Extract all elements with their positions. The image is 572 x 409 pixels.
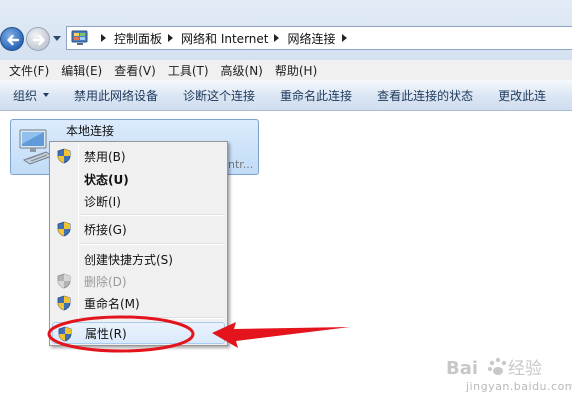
breadcrumb-network-internet[interactable]: 网络和 Internet: [181, 30, 268, 47]
menu-item-delete[interactable]: 删除(D): [52, 270, 225, 292]
breadcrumb-network-connections[interactable]: 网络连接: [287, 30, 335, 47]
menu-item-label: 删除(D): [84, 274, 127, 289]
breadcrumb-separator[interactable]: [274, 34, 280, 42]
uac-shield-icon: [58, 326, 72, 342]
forward-button[interactable]: [26, 27, 50, 51]
menu-view[interactable]: 查看(V): [109, 62, 161, 79]
rename-connection-button[interactable]: 重命名此连接: [280, 87, 352, 104]
menu-tools[interactable]: 工具(T): [163, 62, 214, 79]
breadcrumb-separator[interactable]: [101, 34, 106, 42]
menu-advanced[interactable]: 高级(N): [216, 62, 268, 79]
uac-shield-icon: [57, 221, 71, 237]
control-panel-icon: [71, 29, 89, 47]
uac-shield-icon: [57, 295, 71, 311]
svg-text:Bai: Bai: [446, 358, 478, 379]
back-arrow-icon: [7, 34, 20, 46]
uac-shield-disabled-icon: [57, 273, 71, 289]
address-box[interactable]: 控制面板 网络和 Internet 网络连接: [66, 26, 572, 50]
menu-item-properties[interactable]: 属性(R): [52, 322, 225, 344]
diagnose-connection-button[interactable]: 诊断这个连接: [183, 87, 255, 104]
view-status-button[interactable]: 查看此连接的状态: [377, 87, 473, 104]
menu-separator: [80, 317, 225, 319]
menu-separator: [80, 214, 225, 216]
disable-device-button[interactable]: 禁用此网络设备: [74, 87, 158, 104]
menu-edit[interactable]: 编辑(E): [56, 62, 107, 79]
organize-label: 组织: [13, 88, 38, 103]
context-menu: 禁用(B) 状态(U) 诊断(I) 桥接(G) 创建快捷方式(S) 删除(D): [49, 141, 228, 346]
breadcrumb-separator[interactable]: [168, 34, 174, 42]
menu-item-label: 创建快捷方式(S): [84, 252, 173, 267]
menu-item-label: 状态(U): [84, 172, 129, 187]
menu-separator: [80, 243, 225, 245]
change-settings-button[interactable]: 更改此连: [498, 87, 546, 104]
menu-item-disable[interactable]: 禁用(B): [52, 145, 225, 167]
menu-file[interactable]: 文件(F): [4, 62, 54, 79]
forward-arrow-icon: [32, 34, 45, 46]
svg-text:经验: 经验: [508, 359, 542, 379]
recent-pages-dropdown[interactable]: [53, 36, 61, 41]
address-bar-area: 控制面板 网络和 Internet 网络连接: [0, 0, 572, 60]
back-button[interactable]: [0, 27, 24, 51]
menu-item-create-shortcut[interactable]: 创建快捷方式(S): [52, 248, 225, 270]
menu-help[interactable]: 帮助(H): [270, 62, 322, 79]
baidu-watermark: Bai 经验 jingyan.baidu.com: [446, 354, 572, 404]
menu-item-rename[interactable]: 重命名(M): [52, 292, 225, 314]
command-bar: 组织 禁用此网络设备 诊断这个连接 重命名此连接 查看此连接的状态 更改此连: [0, 80, 572, 111]
menu-item-label: 重命名(M): [84, 296, 140, 311]
menu-item-label: 诊断(I): [84, 194, 121, 209]
watermark-url: jingyan.baidu.com: [466, 380, 572, 393]
menu-bar: 文件(F) 编辑(E) 查看(V) 工具(T) 高级(N) 帮助(H): [0, 60, 572, 80]
breadcrumb-control-panel[interactable]: 控制面板: [114, 30, 162, 47]
menu-item-bridge[interactable]: 桥接(G): [52, 218, 225, 240]
menu-item-label: 禁用(B): [84, 149, 126, 164]
menu-item-status[interactable]: 状态(U): [52, 168, 225, 190]
menu-item-diagnose[interactable]: 诊断(I): [52, 190, 225, 212]
breadcrumb-separator[interactable]: [341, 34, 347, 42]
chevron-down-icon: [43, 93, 50, 97]
organize-button[interactable]: 组织: [13, 87, 50, 104]
connection-name: 本地连接: [66, 124, 115, 138]
baidu-logo-icon: Bai 经验: [446, 357, 542, 379]
menu-item-label: 桥接(G): [84, 222, 127, 237]
connection-device-fragment: ntr...: [228, 158, 254, 171]
uac-shield-icon: [57, 148, 71, 164]
menu-item-label: 属性(R): [85, 326, 127, 341]
